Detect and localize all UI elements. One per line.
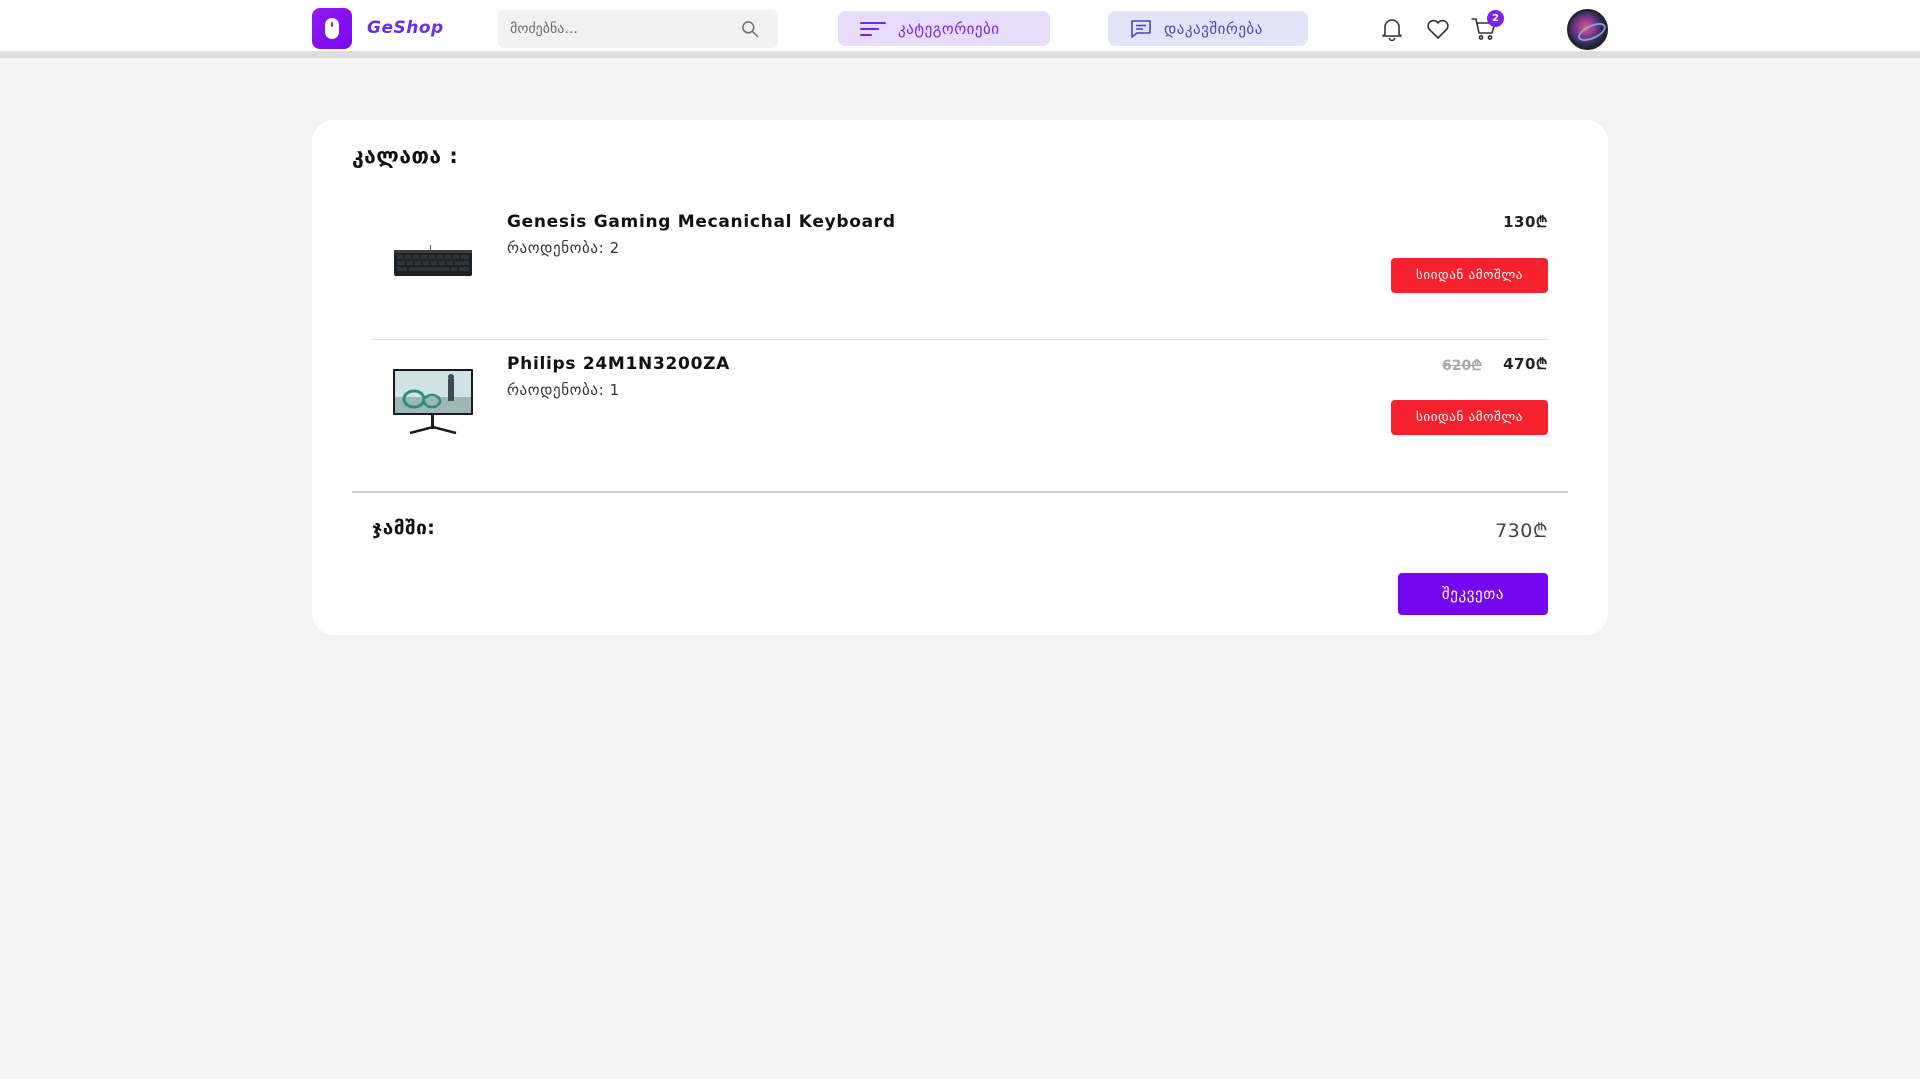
cart-item: Philips 24M1N3200ZA რაოდენობა: 1 620₾ 47… (372, 342, 1548, 482)
product-old-price: 620₾ (1441, 358, 1482, 374)
categories-label: კატეგორიები (898, 19, 1000, 38)
product-price: 130₾ (1503, 213, 1548, 231)
categories-button[interactable]: კატეგორიები (838, 11, 1050, 46)
product-name[interactable]: Philips 24M1N3200ZA (507, 354, 730, 374)
wishlist-button[interactable] (1425, 14, 1451, 44)
menu-lines-icon (860, 21, 886, 36)
bell-icon (1382, 19, 1402, 41)
remove-from-cart-button[interactable]: სიიდან ამოშლა (1391, 258, 1548, 293)
mouse-logo-shape (325, 18, 339, 39)
monitor-image[interactable] (392, 367, 474, 439)
product-name[interactable]: Genesis Gaming Mecanichal Keyboard (507, 212, 896, 232)
cart-title: კალათა : (352, 144, 459, 168)
cart-count-badge: 2 (1487, 10, 1504, 27)
remove-from-cart-button[interactable]: სიიდან ამოშლა (1391, 400, 1548, 435)
avatar[interactable] (1567, 9, 1608, 50)
contact-button[interactable]: დაკავშირება (1108, 11, 1308, 46)
search-bar (498, 10, 778, 48)
search-icon[interactable] (740, 19, 760, 39)
total-label: ჯამში: (372, 517, 436, 539)
product-quantity: რაოდენობა: 1 (507, 381, 620, 399)
order-button[interactable]: შეკვეთა (1398, 573, 1548, 615)
brand-name[interactable]: GeShop (367, 18, 444, 38)
mouse-logo-icon[interactable] (312, 8, 352, 49)
product-price: 470₾ (1503, 355, 1548, 373)
total-value: 730₾ (1495, 520, 1548, 542)
heart-icon (1427, 19, 1449, 39)
top-navbar: GeShop კატეგორიები დაკავშირება (0, 0, 1920, 58)
contact-label: დაკავშირება (1164, 19, 1263, 38)
cart-item: Genesis Gaming Mecanichal Keyboard რაოდე… (372, 200, 1548, 340)
cart-card: კალათა : Genesis Gaming Mecanichal Keybo… (312, 120, 1608, 635)
notifications-button[interactable] (1379, 14, 1405, 44)
product-quantity: რაოდენობა: 2 (507, 239, 620, 257)
total-divider (352, 491, 1568, 493)
keyboard-image[interactable] (392, 225, 474, 297)
chat-icon (1131, 19, 1151, 38)
search-input[interactable] (498, 10, 728, 48)
